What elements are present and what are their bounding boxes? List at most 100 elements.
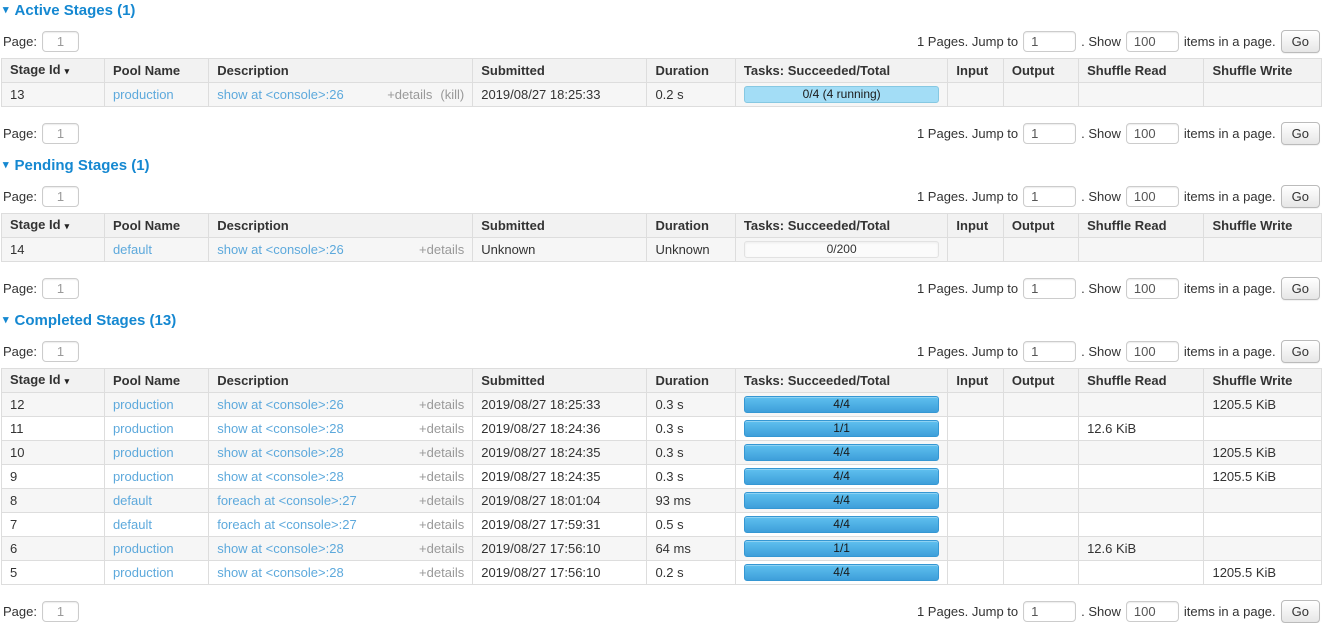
column-header-submitted[interactable]: Submitted	[473, 59, 647, 83]
column-header-tasks-succeeded-total[interactable]: Tasks: Succeeded/Total	[735, 214, 948, 238]
description-link[interactable]: foreach at <console>:27	[217, 517, 411, 532]
column-header-description[interactable]: Description	[209, 59, 473, 83]
description-link[interactable]: show at <console>:28	[217, 469, 411, 484]
section-title[interactable]: ▾ Active Stages (1)	[3, 2, 1320, 19]
details-link[interactable]: +details	[419, 469, 464, 484]
column-header-shuffle-write[interactable]: Shuffle Write	[1204, 59, 1322, 83]
column-header-label: Pool Name	[113, 63, 180, 78]
description-link[interactable]: foreach at <console>:27	[217, 493, 411, 508]
description-link[interactable]: show at <console>:28	[217, 421, 411, 436]
pool-name-link[interactable]: default	[113, 517, 152, 532]
input-cell	[948, 537, 1003, 561]
jump-to-input[interactable]	[1023, 186, 1076, 207]
pool-name-link[interactable]: production	[113, 87, 174, 102]
page-input[interactable]	[42, 601, 79, 622]
go-button[interactable]: Go	[1281, 122, 1320, 145]
column-header-duration[interactable]: Duration	[647, 214, 735, 238]
tasks-progress-label: 4/4	[833, 445, 850, 460]
submitted-cell: 2019/08/27 18:24:35	[473, 465, 647, 489]
pool-name-link[interactable]: production	[113, 565, 174, 580]
jump-to-input[interactable]	[1023, 278, 1076, 299]
column-header-tasks-succeeded-total[interactable]: Tasks: Succeeded/Total	[735, 59, 948, 83]
go-button[interactable]: Go	[1281, 277, 1320, 300]
column-header-output[interactable]: Output	[1003, 59, 1078, 83]
kill-link[interactable]: (kill)	[440, 87, 464, 102]
column-header-shuffle-write[interactable]: Shuffle Write	[1204, 214, 1322, 238]
go-button[interactable]: Go	[1281, 185, 1320, 208]
details-link[interactable]: +details	[419, 517, 464, 532]
column-header-submitted[interactable]: Submitted	[473, 369, 647, 393]
details-link[interactable]: +details	[419, 242, 464, 257]
column-header-pool-name[interactable]: Pool Name	[104, 214, 208, 238]
column-header-stage-id[interactable]: Stage Id▾	[2, 59, 105, 83]
column-header-stage-id[interactable]: Stage Id▾	[2, 214, 105, 238]
column-header-input[interactable]: Input	[948, 369, 1003, 393]
details-link[interactable]: +details	[419, 565, 464, 580]
details-link[interactable]: +details	[419, 541, 464, 556]
jump-to-input[interactable]	[1023, 341, 1076, 362]
details-link[interactable]: +details	[419, 445, 464, 460]
page-input[interactable]	[42, 31, 79, 52]
column-header-description[interactable]: Description	[209, 369, 473, 393]
details-link[interactable]: +details	[419, 397, 464, 412]
description-link[interactable]: show at <console>:26	[217, 87, 379, 102]
jump-to-input[interactable]	[1023, 601, 1076, 622]
description-link[interactable]: show at <console>:28	[217, 445, 411, 460]
jump-to-input[interactable]	[1023, 31, 1076, 52]
description-cell: show at <console>:28 +details	[209, 441, 473, 465]
column-header-duration[interactable]: Duration	[647, 59, 735, 83]
pool-name-link[interactable]: production	[113, 541, 174, 556]
description-link[interactable]: show at <console>:28	[217, 565, 411, 580]
column-header-stage-id[interactable]: Stage Id▾	[2, 369, 105, 393]
column-header-pool-name[interactable]: Pool Name	[104, 59, 208, 83]
go-button[interactable]: Go	[1281, 600, 1320, 623]
pagination-row: Page: 1 Pages. Jump to . Show items in a…	[3, 122, 1320, 145]
description-link[interactable]: show at <console>:26	[217, 397, 411, 412]
details-link[interactable]: +details	[419, 421, 464, 436]
jump-to-input[interactable]	[1023, 123, 1076, 144]
go-button[interactable]: Go	[1281, 340, 1320, 363]
pool-name-link[interactable]: default	[113, 493, 152, 508]
show-count-input[interactable]	[1126, 123, 1179, 144]
show-count-input[interactable]	[1126, 278, 1179, 299]
column-header-shuffle-read[interactable]: Shuffle Read	[1079, 59, 1204, 83]
show-count-input[interactable]	[1126, 31, 1179, 52]
show-count-input[interactable]	[1126, 341, 1179, 362]
column-header-input[interactable]: Input	[948, 214, 1003, 238]
pool-name-link[interactable]: default	[113, 242, 152, 257]
details-link[interactable]: +details	[419, 493, 464, 508]
column-header-shuffle-read[interactable]: Shuffle Read	[1079, 214, 1204, 238]
column-header-description[interactable]: Description	[209, 214, 473, 238]
pool-name-link[interactable]: production	[113, 445, 174, 460]
stage-id-cell: 14	[2, 238, 105, 262]
pool-name-link[interactable]: production	[113, 397, 174, 412]
description-link[interactable]: show at <console>:28	[217, 541, 411, 556]
go-button[interactable]: Go	[1281, 30, 1320, 53]
column-header-shuffle-write[interactable]: Shuffle Write	[1204, 369, 1322, 393]
stage-id-cell: 8	[2, 489, 105, 513]
column-header-shuffle-read[interactable]: Shuffle Read	[1079, 369, 1204, 393]
pool-name-link[interactable]: production	[113, 421, 174, 436]
submitted-cell: 2019/08/27 18:24:35	[473, 441, 647, 465]
show-count-input[interactable]	[1126, 601, 1179, 622]
column-header-input[interactable]: Input	[948, 59, 1003, 83]
column-header-pool-name[interactable]: Pool Name	[104, 369, 208, 393]
tasks-cell: 4/4	[735, 465, 948, 489]
column-header-output[interactable]: Output	[1003, 214, 1078, 238]
page-input[interactable]	[42, 278, 79, 299]
section-title[interactable]: ▾ Pending Stages (1)	[3, 157, 1320, 174]
column-header-duration[interactable]: Duration	[647, 369, 735, 393]
page-input[interactable]	[42, 123, 79, 144]
show-count-input[interactable]	[1126, 186, 1179, 207]
pool-name-link[interactable]: production	[113, 469, 174, 484]
description-link[interactable]: show at <console>:26	[217, 242, 411, 257]
page-input[interactable]	[42, 341, 79, 362]
column-header-label: Output	[1012, 218, 1055, 233]
column-header-submitted[interactable]: Submitted	[473, 214, 647, 238]
section-title[interactable]: ▾ Completed Stages (13)	[3, 312, 1320, 329]
column-header-tasks-succeeded-total[interactable]: Tasks: Succeeded/Total	[735, 369, 948, 393]
column-header-output[interactable]: Output	[1003, 369, 1078, 393]
page-input[interactable]	[42, 186, 79, 207]
details-link[interactable]: +details	[387, 87, 432, 102]
shuffle-read-cell	[1079, 393, 1204, 417]
